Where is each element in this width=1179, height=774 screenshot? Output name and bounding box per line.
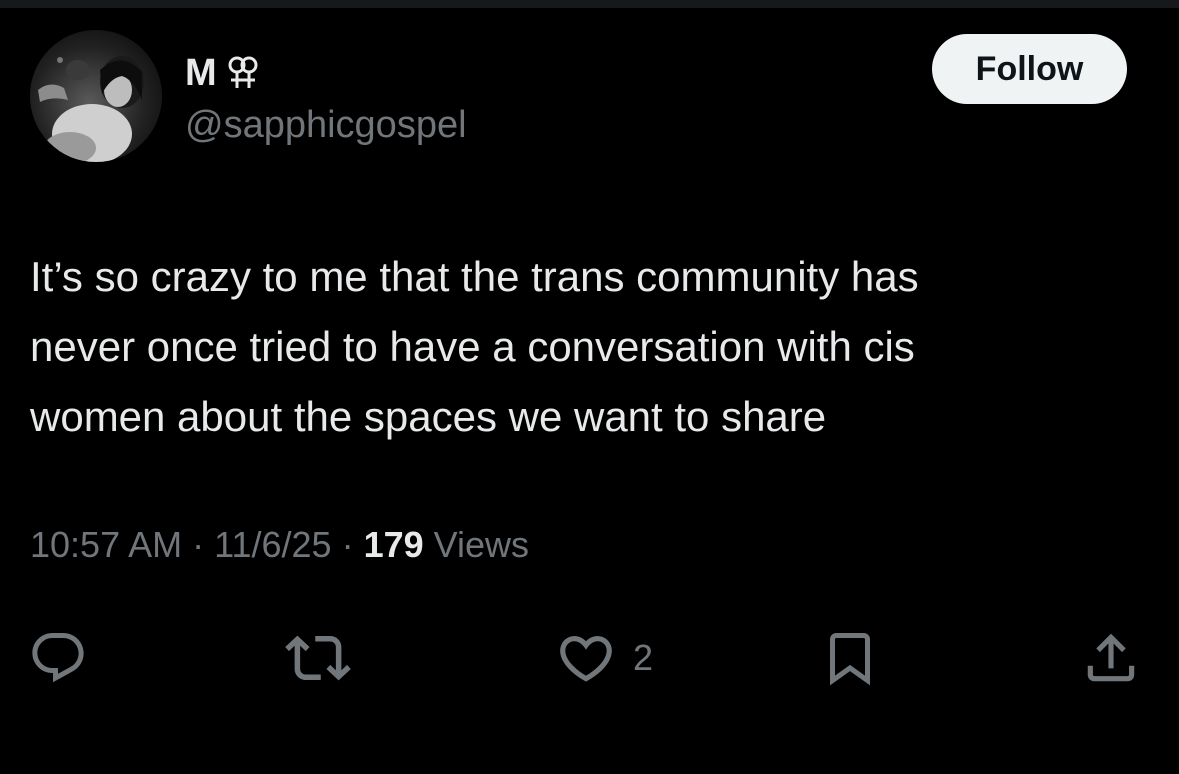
- avatar[interactable]: [30, 30, 162, 162]
- tweet-text: It’s so crazy to me that the trans commu…: [30, 253, 919, 440]
- repost-button[interactable]: [285, 618, 351, 698]
- share-button[interactable]: [1080, 618, 1142, 698]
- tweet-date[interactable]: 11/6/25: [214, 524, 331, 566]
- tweet-time[interactable]: 10:57 AM: [30, 524, 182, 566]
- lesbian-symbol-icon: [227, 54, 259, 92]
- repost-icon: [285, 635, 351, 681]
- tweet-meta: 10:57 AM · 11/6/25 · 179 Views: [30, 524, 529, 566]
- share-icon: [1087, 633, 1135, 682]
- views-label[interactable]: Views: [434, 524, 529, 566]
- meta-separator: ·: [341, 524, 354, 565]
- like-count: 2: [633, 637, 654, 678]
- author-name-row[interactable]: M: [185, 48, 259, 98]
- heart-icon: [560, 636, 612, 682]
- meta-separator: ·: [192, 524, 205, 565]
- bookmark-icon: [830, 633, 870, 686]
- views-count[interactable]: 179: [364, 524, 424, 566]
- avatar-photo: [30, 30, 162, 162]
- author-handle[interactable]: @sapphicgospel: [185, 104, 467, 147]
- bookmark-button[interactable]: [820, 618, 880, 698]
- top-strip: [0, 0, 1179, 8]
- like-button[interactable]: 2: [555, 618, 653, 698]
- reply-button[interactable]: [28, 618, 88, 698]
- follow-button[interactable]: Follow: [932, 34, 1127, 104]
- action-bar: 2: [0, 618, 1179, 698]
- tweet: M @sapphicgospel Follow It’s so crazy to…: [0, 8, 1179, 774]
- reply-icon: [32, 633, 84, 683]
- display-name[interactable]: M: [185, 52, 217, 95]
